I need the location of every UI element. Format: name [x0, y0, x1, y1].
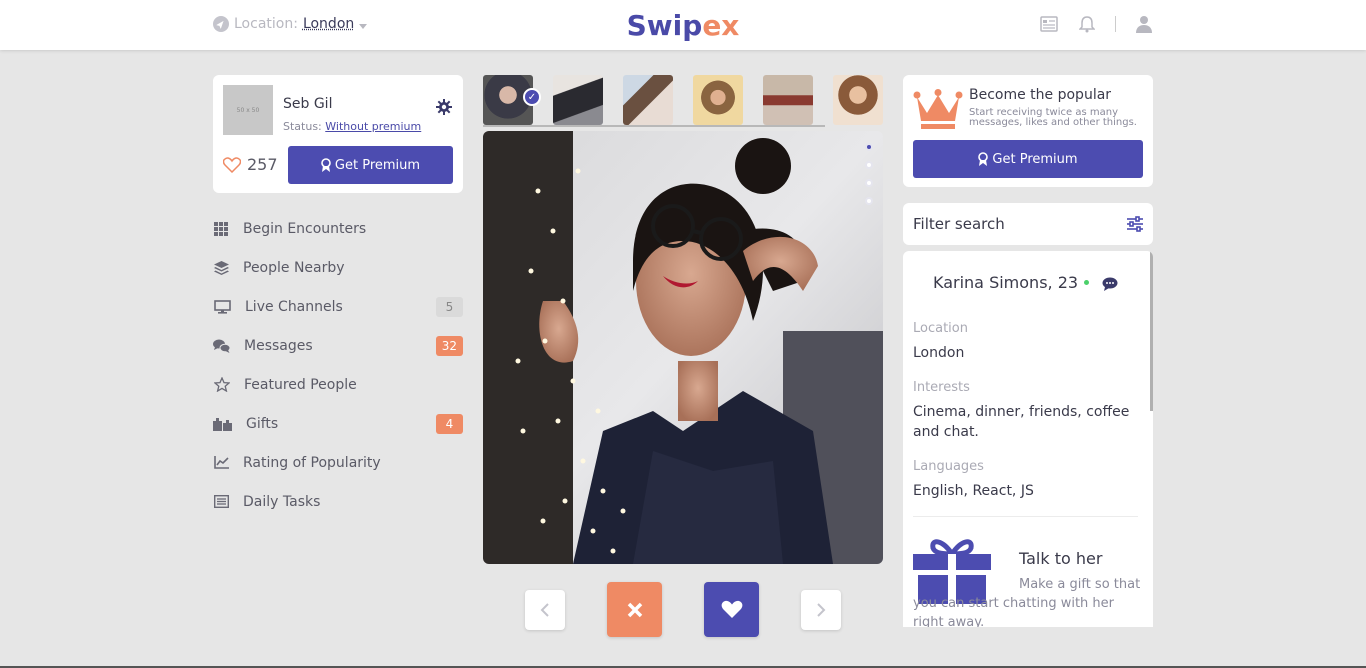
- likes-counter: 257: [223, 155, 278, 174]
- languages-value: English, React, JS: [913, 483, 1034, 499]
- layers-icon: [213, 260, 229, 276]
- close-icon: [627, 602, 642, 617]
- gift-title: Talk to her: [1019, 549, 1103, 568]
- divider: [913, 516, 1138, 517]
- chevron-right-icon: [817, 603, 826, 617]
- location-value: London: [913, 345, 965, 361]
- like-button[interactable]: [704, 582, 759, 637]
- popular-title: Become the popular: [969, 87, 1112, 103]
- sidebar-item-gifts[interactable]: Gifts 4: [213, 404, 463, 443]
- heart-icon: [223, 156, 241, 173]
- filter-search-title: Filter search: [913, 215, 1005, 233]
- gift-text: Make a gift so that you can start chatti…: [913, 577, 1141, 627]
- popular-subtitle: Start receiving twice as many messages, …: [969, 107, 1137, 128]
- avatar[interactable]: 50 x 50: [223, 85, 273, 135]
- chevron-left-icon: [540, 603, 549, 617]
- sidebar-item-begin-encounters[interactable]: Begin Encounters: [213, 209, 463, 248]
- interests-value: Cinema, dinner, friends, coffee and chat…: [913, 404, 1130, 440]
- photo-thumbnails: ✓: [483, 75, 883, 127]
- languages-label: Languages: [913, 459, 984, 474]
- photo-thumbnail[interactable]: [553, 75, 603, 125]
- previous-button[interactable]: [525, 590, 565, 630]
- award-icon: [321, 158, 331, 172]
- profile-card: 50 x 50 Seb Gil Status: Without premium …: [213, 75, 463, 193]
- location-label: Location: [913, 321, 968, 336]
- person-name: Karina Simons, 23: [933, 273, 1090, 292]
- sidebar-item-featured-people[interactable]: Featured People: [213, 365, 463, 404]
- chat-icon[interactable]: [1102, 276, 1118, 295]
- top-bar: Location: London Swipex: [0, 0, 1366, 50]
- header-divider: [1115, 16, 1116, 32]
- interests-label: Interests: [913, 380, 970, 395]
- thumbnails-scrollbar[interactable]: [483, 125, 825, 127]
- news-icon[interactable]: [1039, 14, 1059, 34]
- sidebar-item-daily-tasks[interactable]: Daily Tasks: [213, 482, 463, 521]
- photo-thumbnail[interactable]: [693, 75, 743, 125]
- status-label: Status:: [283, 120, 322, 133]
- app-logo[interactable]: Swipex: [0, 9, 1366, 42]
- profile-photo-image: [483, 131, 883, 564]
- list-icon: [213, 494, 229, 510]
- sidebar-item-messages[interactable]: Messages 32: [213, 326, 463, 365]
- dislike-button[interactable]: [607, 582, 662, 637]
- heart-icon: [721, 600, 742, 618]
- profile-status: Status: Without premium: [283, 120, 421, 133]
- gifts-count-badge: 4: [436, 413, 463, 434]
- details-scrollbar[interactable]: [1150, 251, 1153, 411]
- star-icon: [213, 377, 230, 393]
- online-status-dot: [1084, 280, 1090, 285]
- sidebar-item-rating-of-popularity[interactable]: Rating of Popularity: [213, 443, 463, 482]
- sidebar-item-live-channels[interactable]: Live Channels 5: [213, 287, 463, 326]
- gifts-icon: [213, 416, 232, 432]
- get-premium-button[interactable]: Get Premium: [288, 146, 453, 184]
- pagination-dot[interactable]: [865, 143, 873, 151]
- sliders-icon[interactable]: [1127, 216, 1143, 236]
- profile-name: Seb Gil: [283, 96, 333, 112]
- grid-icon: [213, 221, 229, 237]
- filter-search-bar[interactable]: Filter search: [903, 203, 1153, 245]
- person-details-card: Karina Simons, 23 Location London Intere…: [903, 251, 1153, 627]
- likes-count: 257: [247, 155, 278, 174]
- pagination-dot[interactable]: [865, 197, 873, 205]
- chart-icon: [213, 455, 229, 471]
- photo-pagination: [865, 143, 873, 205]
- bell-icon[interactable]: [1077, 14, 1097, 34]
- monitor-icon: [213, 299, 231, 315]
- sidebar-menu: Begin Encounters People Nearby Live Chan…: [213, 209, 463, 521]
- become-popular-card: Become the popular Start receiving twice…: [903, 75, 1153, 187]
- pagination-dot[interactable]: [865, 179, 873, 187]
- sidebar-item-people-nearby[interactable]: People Nearby: [213, 248, 463, 287]
- award-icon: [978, 152, 989, 166]
- next-button[interactable]: [801, 590, 841, 630]
- status-link[interactable]: Without premium: [325, 120, 421, 133]
- gear-icon[interactable]: [436, 99, 452, 119]
- get-premium-button[interactable]: Get Premium: [913, 140, 1143, 178]
- photo-thumbnail[interactable]: [623, 75, 673, 125]
- photo-thumbnail[interactable]: [763, 75, 813, 125]
- messages-count-badge: 32: [435, 335, 463, 356]
- pagination-dot[interactable]: [865, 161, 873, 169]
- photo-thumbnail[interactable]: ✓: [483, 75, 541, 125]
- user-icon[interactable]: [1134, 14, 1154, 34]
- profile-photo[interactable]: [483, 131, 883, 564]
- photo-thumbnail[interactable]: [833, 75, 883, 125]
- checkmark-icon: ✓: [523, 88, 541, 106]
- chat-bubbles-icon: [213, 338, 230, 354]
- live-channels-count-badge: 5: [436, 296, 463, 317]
- crown-icon: [913, 89, 963, 135]
